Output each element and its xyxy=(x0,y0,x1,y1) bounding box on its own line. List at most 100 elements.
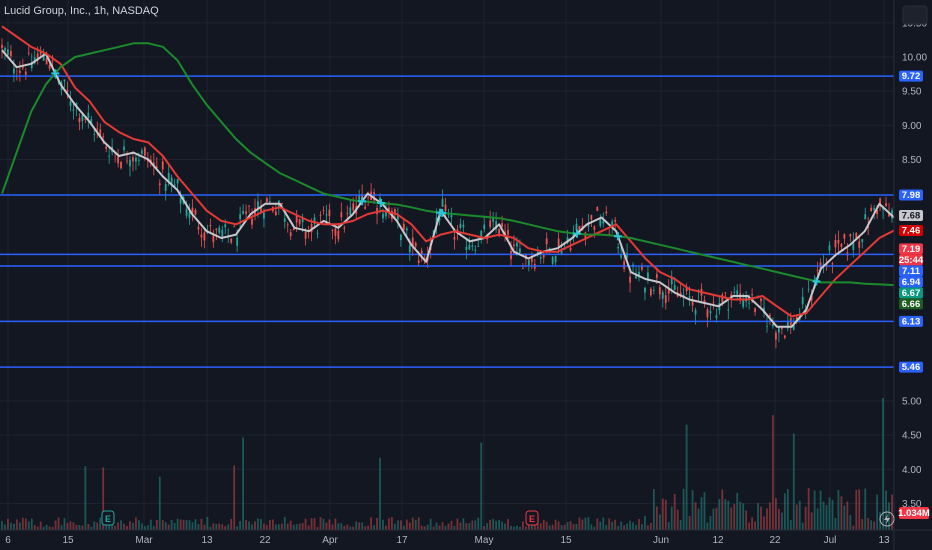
volume-bar xyxy=(358,522,361,530)
volume-bar xyxy=(867,517,870,530)
volume-bar xyxy=(420,525,423,530)
candle-body xyxy=(209,225,212,227)
candle-body xyxy=(230,238,233,243)
volume-bar xyxy=(647,525,649,530)
volume-bar xyxy=(831,499,834,530)
volume-bar xyxy=(301,523,304,530)
volume-bar xyxy=(39,521,42,530)
price-tag-label: 6.13 xyxy=(902,316,921,327)
candle-body xyxy=(527,260,530,267)
candle-body xyxy=(334,228,337,236)
volume-bar xyxy=(810,512,813,530)
candle-body xyxy=(733,291,736,293)
candle-body xyxy=(522,268,524,269)
candle-body xyxy=(655,274,658,278)
candle-body xyxy=(402,223,405,231)
price-tag-label: 5.46 xyxy=(902,362,921,373)
candle-body xyxy=(816,270,819,271)
volume-bar xyxy=(152,526,155,530)
volume-bar xyxy=(132,522,134,530)
volume-bar xyxy=(882,398,884,530)
volume-bar xyxy=(307,525,310,530)
candle-body xyxy=(605,211,608,214)
volume-bar xyxy=(685,424,688,530)
volume-bar xyxy=(66,522,69,530)
price-tag: 9.72 xyxy=(899,70,923,82)
volume-bar xyxy=(614,519,617,530)
volume-bar xyxy=(813,490,816,530)
volume-bar xyxy=(93,521,96,530)
settings-button[interactable] xyxy=(902,5,928,25)
candle-body xyxy=(769,314,771,317)
volume-bar xyxy=(513,526,515,530)
y-tick-label: 9.50 xyxy=(902,87,922,98)
candle-body xyxy=(105,146,108,149)
volume-bar xyxy=(370,517,372,530)
volume-bar xyxy=(697,508,700,530)
volume-bar xyxy=(444,525,447,530)
candle-body xyxy=(251,218,253,225)
volume-bar xyxy=(164,522,167,530)
volume-bar xyxy=(638,519,640,530)
candle-body xyxy=(602,221,605,224)
volume-bar xyxy=(349,526,352,530)
candle-body xyxy=(123,146,125,151)
candle-body xyxy=(408,245,411,253)
x-tick-label: 17 xyxy=(396,535,408,546)
candle-body xyxy=(831,263,834,265)
volume-bar xyxy=(775,498,777,530)
volume-bar xyxy=(206,517,209,530)
candle-body xyxy=(48,64,51,69)
volume-bar xyxy=(361,522,364,530)
candle-body xyxy=(274,211,277,216)
candle-body xyxy=(289,232,292,237)
volume-bar xyxy=(658,514,661,530)
volume-bar xyxy=(322,518,325,530)
candle-body xyxy=(441,198,444,207)
volume-bar xyxy=(45,524,48,530)
price-tag: 6.67 xyxy=(899,287,923,299)
candle-body xyxy=(212,235,215,243)
volume-bar xyxy=(364,526,367,530)
candle-body xyxy=(340,212,343,218)
volume-bar xyxy=(87,524,90,530)
candle-body xyxy=(849,233,852,237)
candle-body xyxy=(96,128,99,130)
volume-bar xyxy=(188,520,191,530)
candle-body xyxy=(516,242,518,247)
volume-bar xyxy=(557,521,560,530)
candle-body xyxy=(477,245,480,247)
volume-bar xyxy=(435,522,438,530)
candle-body xyxy=(712,302,715,304)
volume-bar xyxy=(212,523,215,530)
volume-bar xyxy=(146,525,149,530)
price-tag-label: 6.67 xyxy=(902,288,921,299)
volume-bar xyxy=(414,520,417,530)
candle-body xyxy=(242,211,245,214)
earnings-icon[interactable]: E xyxy=(525,510,539,526)
volume-bar xyxy=(408,522,411,530)
volume-bar xyxy=(641,524,643,530)
volume-bar xyxy=(566,522,569,530)
volume-bar xyxy=(632,522,634,530)
price-tag-label: 6.94 xyxy=(902,277,921,288)
volume-bar xyxy=(539,523,542,530)
price-tag-label: 7.19 xyxy=(902,244,921,255)
volume-bar xyxy=(522,521,524,530)
volume-bar xyxy=(30,518,33,530)
volume-bar xyxy=(441,522,444,530)
volume-bar xyxy=(57,517,60,530)
price-chart[interactable]: EE 10.5010.009.509.008.505.004.504.003.5… xyxy=(0,0,932,550)
earnings-icon[interactable]: E xyxy=(101,510,115,526)
volume-bar xyxy=(346,524,349,530)
volume-bar xyxy=(873,521,876,530)
volume-bar xyxy=(667,522,670,530)
volume-bar xyxy=(286,523,289,530)
volume-bar xyxy=(477,517,480,530)
candle-body xyxy=(78,117,81,123)
volume-bar xyxy=(733,504,736,530)
candle-body xyxy=(623,261,626,270)
volume-bar xyxy=(852,525,855,530)
volume-bar xyxy=(143,526,146,530)
volume-bar xyxy=(495,520,498,530)
